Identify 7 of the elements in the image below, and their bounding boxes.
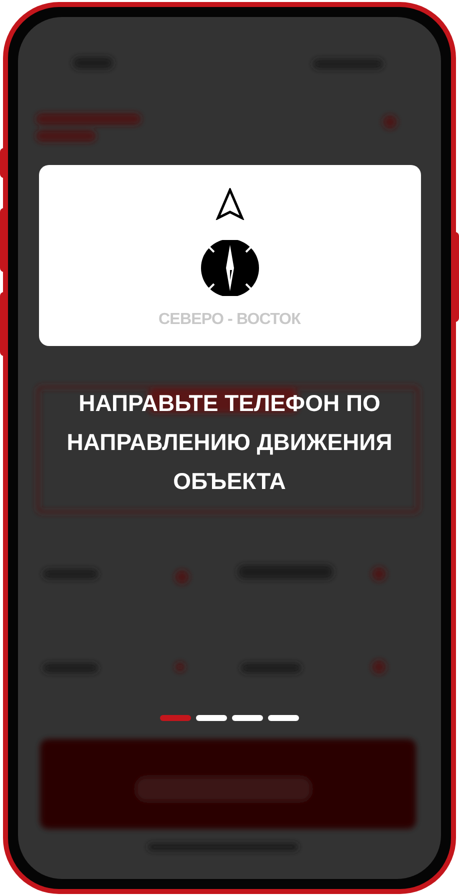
instruction-text: НАПРАВЬТЕ ТЕЛЕФОН ПО НАПРАВЛЕНИЮ ДВИЖЕНИЯ ОБЪЕКТА [66,389,394,496]
page-indicator[interactable] [232,715,263,721]
navigation-arrow-icon [214,188,244,220]
compass-icon [200,240,260,296]
side-button[interactable] [0,148,4,178]
page-indicator[interactable] [196,715,227,721]
page-indicator[interactable] [268,715,299,721]
